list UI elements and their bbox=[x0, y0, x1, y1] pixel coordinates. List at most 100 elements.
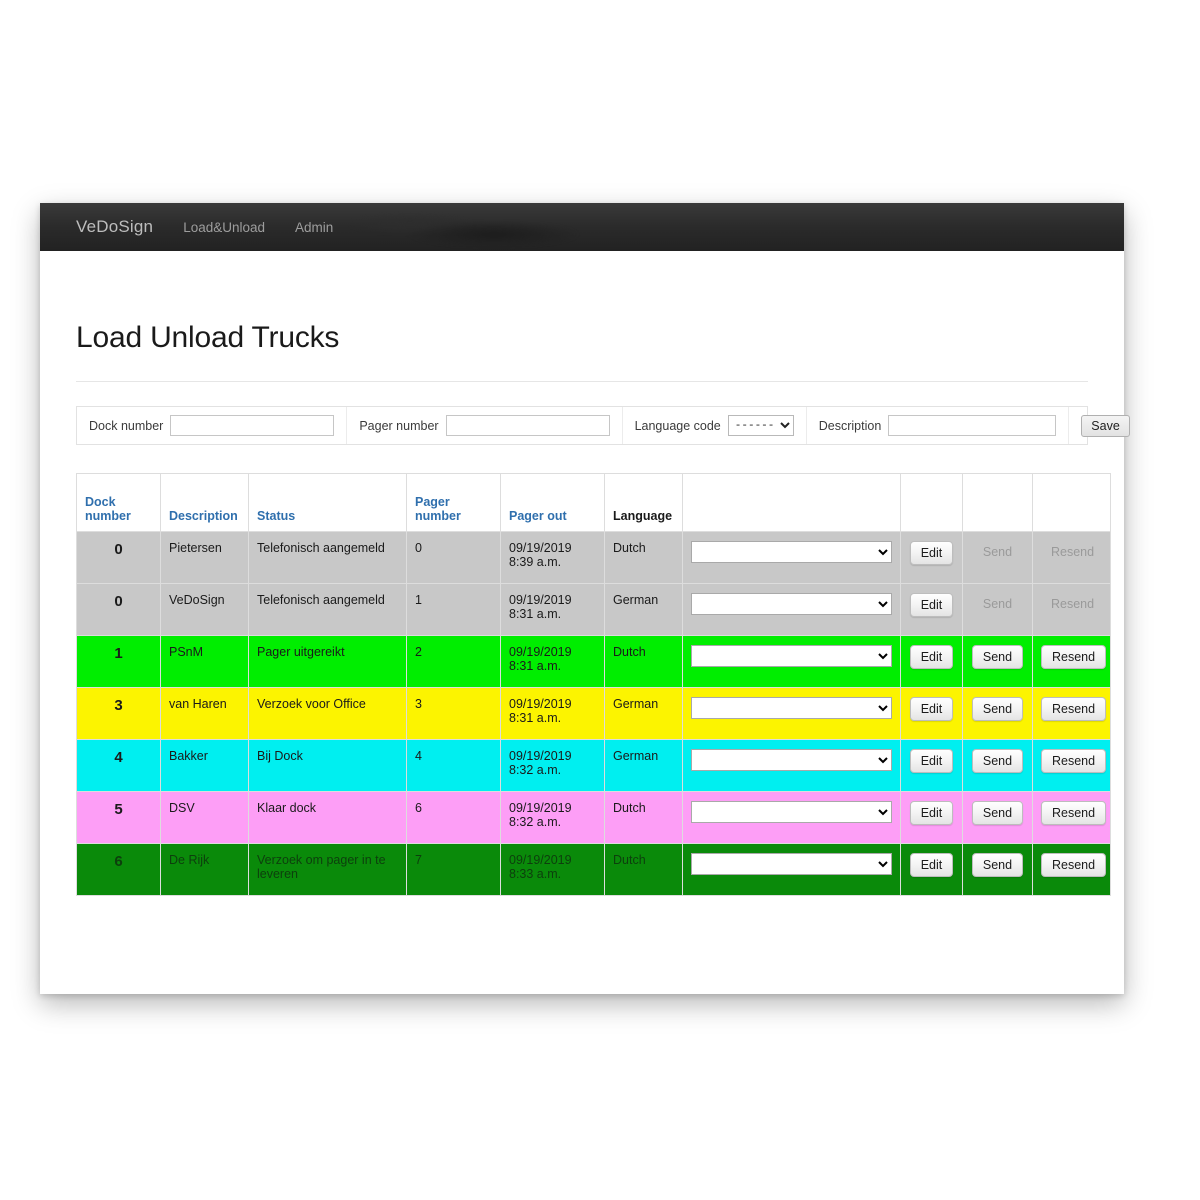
send-button: Send bbox=[973, 593, 1022, 615]
send-button[interactable]: Send bbox=[971, 645, 1024, 669]
edit-button[interactable]: Edit bbox=[909, 645, 954, 669]
cell-status: Telefonisch aangemeld bbox=[248, 583, 407, 636]
table-header: Dock number Description Status Pager num… bbox=[76, 473, 1111, 532]
language-code-select[interactable]: --------- bbox=[727, 415, 794, 436]
table-row: 6 De Rijk Verzoek om pager in te leveren 7 0… bbox=[76, 843, 1111, 896]
edit-button[interactable]: Edit bbox=[909, 801, 954, 825]
cell-status-select bbox=[682, 531, 901, 584]
cell-status: Verzoek om pager in te leveren bbox=[248, 843, 407, 896]
column-header-status[interactable]: Status bbox=[248, 473, 407, 532]
send-button: Send bbox=[973, 541, 1022, 563]
cell-resend: Resend bbox=[1032, 583, 1111, 636]
title-divider bbox=[76, 381, 1088, 382]
cell-description: DSV bbox=[160, 791, 249, 844]
pager-number-input[interactable] bbox=[445, 415, 610, 436]
cell-description: De Rijk bbox=[160, 843, 249, 896]
table-row: 1 PSnM Pager uitgereikt 2 09/19/2019 8:31 a.… bbox=[76, 635, 1111, 688]
cell-language: German bbox=[604, 687, 683, 740]
cell-pager-out: 09/19/2019 8:31 a.m. bbox=[500, 583, 605, 636]
table-row: 5 DSV Klaar dock 6 09/19/2019 8:32 a.m. Dutch… bbox=[76, 791, 1111, 844]
save-button[interactable]: Save bbox=[1081, 414, 1130, 437]
cell-resend: Resend bbox=[1032, 791, 1111, 844]
cell-edit: Edit bbox=[900, 531, 963, 584]
cell-description: Pietersen bbox=[160, 531, 249, 584]
column-header-pager-number[interactable]: Pager number bbox=[406, 473, 501, 532]
column-header-send-blank bbox=[962, 473, 1033, 532]
cell-resend: Resend bbox=[1032, 843, 1111, 896]
cell-dock-number: 0 bbox=[76, 583, 161, 636]
cell-description: VeDoSign bbox=[160, 583, 249, 636]
table-header-row: Dock number Description Status Pager num… bbox=[76, 473, 1111, 532]
column-header-dock-number[interactable]: Dock number bbox=[76, 473, 161, 532]
send-button[interactable]: Send bbox=[971, 697, 1024, 721]
description-group: Description bbox=[807, 407, 1070, 444]
description-label: Description bbox=[818, 418, 882, 433]
cell-pager-out: 09/19/2019 8:33 a.m. bbox=[500, 843, 605, 896]
table-body: 0 Pietersen Telefonisch aangemeld 0 09/19/20… bbox=[76, 531, 1111, 896]
row-status-select[interactable] bbox=[691, 541, 892, 563]
cell-dock-number: 6 bbox=[76, 843, 161, 896]
cell-language: Dutch bbox=[604, 531, 683, 584]
cell-edit: Edit bbox=[900, 739, 963, 792]
cell-pager-out: 09/19/2019 8:31 a.m. bbox=[500, 635, 605, 688]
row-status-select[interactable] bbox=[691, 697, 892, 719]
table-row: 0 Pietersen Telefonisch aangemeld 0 09/19/20… bbox=[76, 531, 1111, 584]
row-status-select[interactable] bbox=[691, 593, 892, 615]
edit-button[interactable]: Edit bbox=[909, 593, 954, 617]
cell-status: Verzoek voor Office bbox=[248, 687, 407, 740]
cell-dock-number: 4 bbox=[76, 739, 161, 792]
row-status-select[interactable] bbox=[691, 749, 892, 771]
cell-send: Send bbox=[962, 635, 1033, 688]
top-navigation-bar: VeDoSign Load&Unload Admin bbox=[40, 203, 1124, 251]
resend-button[interactable]: Resend bbox=[1041, 697, 1107, 721]
cell-status-select bbox=[682, 791, 901, 844]
cell-language: Dutch bbox=[604, 843, 683, 896]
resend-button: Resend bbox=[1041, 593, 1104, 615]
table-row: 0 VeDoSign Telefonisch aangemeld 1 09/19/201… bbox=[76, 583, 1111, 636]
send-button[interactable]: Send bbox=[971, 853, 1024, 877]
cell-pager-number: 6 bbox=[406, 791, 501, 844]
cell-resend: Resend bbox=[1032, 635, 1111, 688]
edit-button[interactable]: Edit bbox=[909, 697, 954, 721]
description-input[interactable] bbox=[888, 415, 1057, 436]
resend-button[interactable]: Resend bbox=[1041, 853, 1107, 877]
cell-status-select bbox=[682, 739, 901, 792]
cell-pager-number: 4 bbox=[406, 739, 501, 792]
cell-resend: Resend bbox=[1032, 739, 1111, 792]
cell-edit: Edit bbox=[900, 687, 963, 740]
language-code-label: Language code bbox=[634, 418, 721, 433]
edit-button[interactable]: Edit bbox=[909, 541, 954, 565]
cell-status: Pager uitgereikt bbox=[248, 635, 407, 688]
send-button[interactable]: Send bbox=[971, 749, 1024, 773]
entry-form-bar: Dock number Pager number Language code -… bbox=[76, 406, 1130, 445]
nav-item-admin[interactable]: Admin bbox=[295, 220, 333, 235]
cell-pager-out: 09/19/2019 8:39 a.m. bbox=[500, 531, 605, 584]
dock-number-input[interactable] bbox=[170, 415, 335, 436]
row-status-select[interactable] bbox=[691, 801, 892, 823]
cell-status: Klaar dock bbox=[248, 791, 407, 844]
column-header-resend-blank bbox=[1032, 473, 1111, 532]
column-header-select-blank bbox=[682, 473, 901, 532]
cell-resend: Resend bbox=[1032, 687, 1111, 740]
edit-button[interactable]: Edit bbox=[909, 749, 954, 773]
nav-item-load-unload[interactable]: Load&Unload bbox=[183, 220, 265, 235]
edit-button[interactable]: Edit bbox=[909, 853, 954, 877]
resend-button[interactable]: Resend bbox=[1041, 645, 1107, 669]
column-header-pager-out[interactable]: Pager out bbox=[500, 473, 605, 532]
column-header-description[interactable]: Description bbox=[160, 473, 249, 532]
row-status-select[interactable] bbox=[691, 645, 892, 667]
column-header-edit-blank bbox=[900, 473, 963, 532]
cell-language: German bbox=[604, 739, 683, 792]
cell-pager-number: 1 bbox=[406, 583, 501, 636]
column-header-language: Language bbox=[604, 473, 683, 532]
resend-button[interactable]: Resend bbox=[1041, 749, 1107, 773]
cell-status-select bbox=[682, 687, 901, 740]
row-status-select[interactable] bbox=[691, 853, 892, 875]
send-button[interactable]: Send bbox=[971, 801, 1024, 825]
resend-button[interactable]: Resend bbox=[1041, 801, 1107, 825]
brand-logo[interactable]: VeDoSign bbox=[76, 217, 153, 237]
cell-send: Send bbox=[962, 843, 1033, 896]
cell-status: Telefonisch aangemeld bbox=[248, 531, 407, 584]
cell-pager-out: 09/19/2019 8:32 a.m. bbox=[500, 739, 605, 792]
cell-status-select bbox=[682, 843, 901, 896]
